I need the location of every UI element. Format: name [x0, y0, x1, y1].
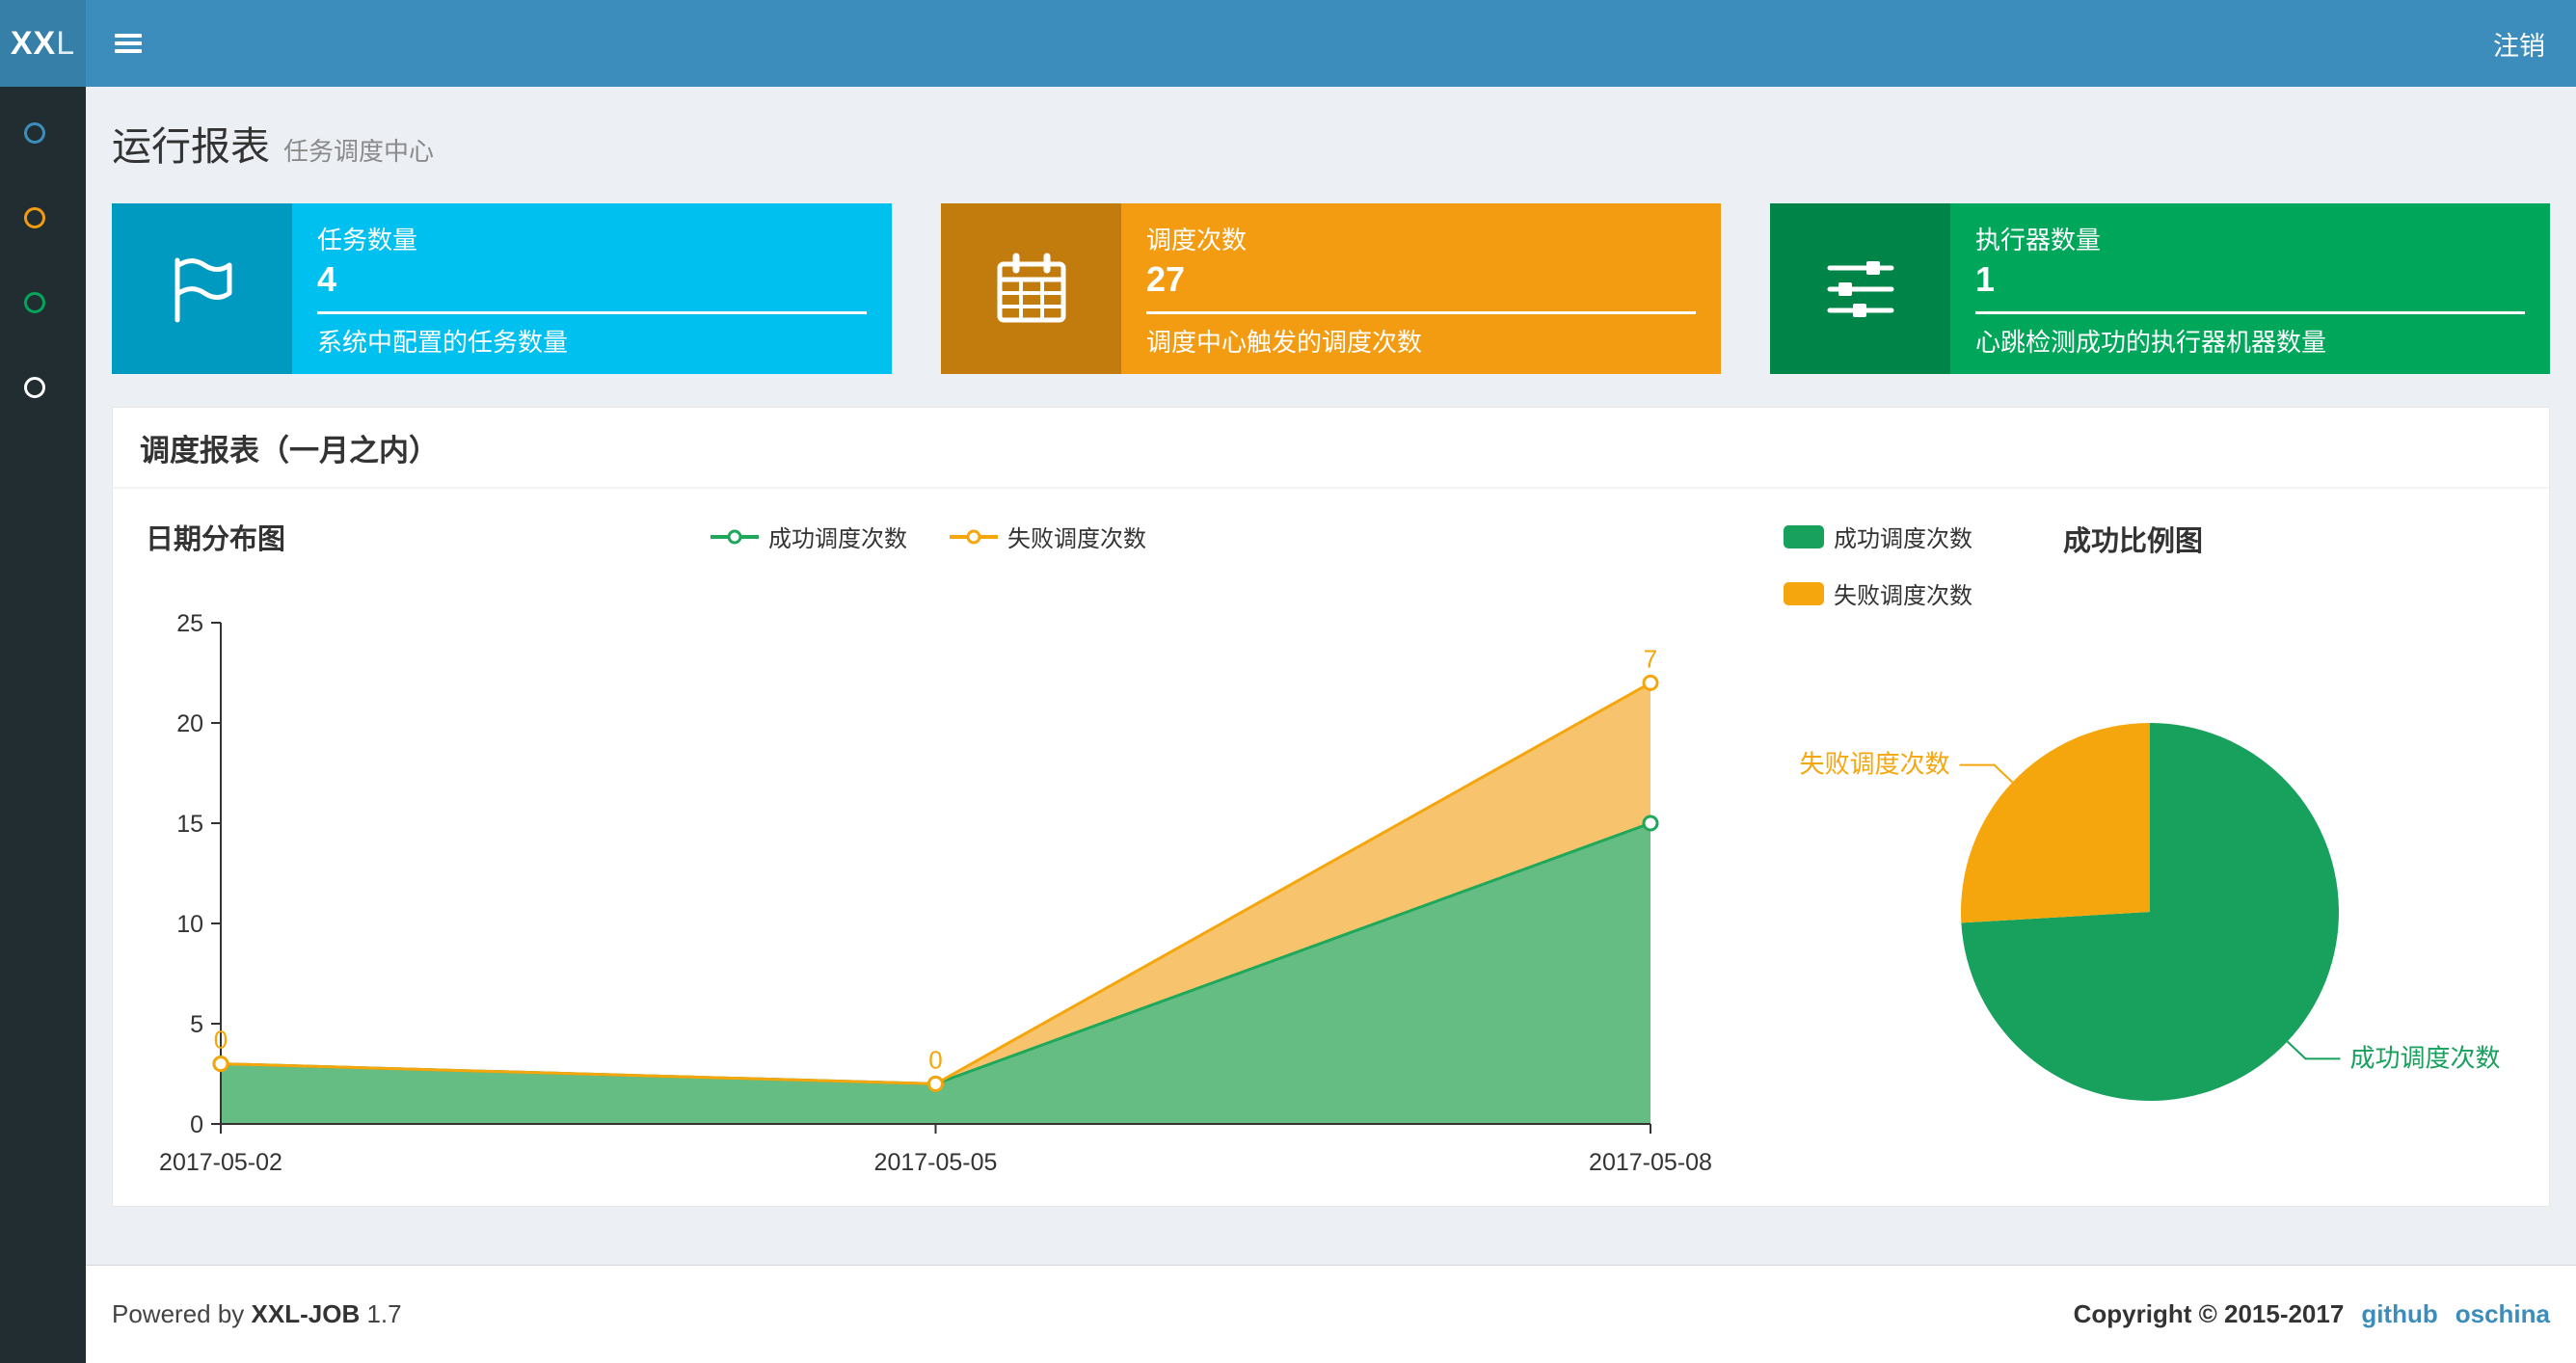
info-box-triggers: 调度次数 27 调度中心触发的调度次数: [941, 203, 1721, 374]
main-content: 运行报表 任务调度中心 任务数量 4 系统中配置的任务数量 调度次数 27 调度…: [86, 87, 2576, 1265]
sliders-icon: [1770, 203, 1950, 374]
pie-chart-title: 成功比例图: [2063, 526, 2204, 557]
svg-text:20: 20: [176, 710, 203, 737]
stat-value: 1: [1975, 259, 1996, 299]
svg-text:2017-05-08: 2017-05-08: [1589, 1149, 1712, 1176]
pie-chart-legend: 成功调度次数 失败调度次数: [1784, 520, 1972, 610]
stat-label: 任务数量: [317, 226, 418, 254]
sidebar-toggle-button[interactable]: [86, 0, 171, 87]
legend-label: 成功调度次数: [768, 526, 907, 552]
pie-legend-swatch: [1784, 524, 1824, 548]
line-chart-title: 日期分布图: [146, 524, 286, 555]
stat-description: 系统中配置的任务数量: [317, 328, 569, 357]
copyright: Copyright © 2015-2017 github oschina: [2073, 1299, 2550, 1328]
line-chart-legend: 成功调度次数 失败调度次数: [711, 520, 1146, 553]
svg-text:0: 0: [214, 1026, 228, 1055]
svg-text:失败调度次数: 失败调度次数: [1800, 750, 1950, 779]
legend-label: 失败调度次数: [1007, 526, 1146, 552]
sidebar-item-1[interactable]: [0, 91, 86, 175]
circle-icon: [24, 292, 45, 313]
info-box-jobs: 任务数量 4 系统中配置的任务数量: [112, 203, 892, 374]
stat-description: 调度中心触发的调度次数: [1146, 328, 1423, 357]
page-subtitle: 任务调度中心: [283, 137, 435, 166]
legend-item-fail[interactable]: 失败调度次数: [1784, 576, 1972, 610]
stats-row: 任务数量 4 系统中配置的任务数量 调度次数 27 调度中心触发的调度次数 执行…: [112, 203, 2550, 374]
svg-text:10: 10: [176, 911, 203, 938]
legend-item-success[interactable]: 成功调度次数: [711, 520, 907, 553]
stat-value: 4: [317, 259, 337, 299]
divider: [317, 311, 867, 314]
svg-text:2017-05-02: 2017-05-02: [159, 1149, 282, 1176]
circle-icon: [24, 377, 45, 398]
circle-icon: [24, 207, 45, 228]
circle-icon: [24, 122, 45, 144]
pie-legend-swatch: [1784, 581, 1824, 605]
charts-canvas: 05101520252017-05-02 2017-05-05 2017-05-08…: [159, 610, 2500, 1176]
page-title: 运行报表 任务调度中心: [112, 124, 435, 169]
logout-link[interactable]: 注销: [2462, 0, 2576, 87]
sidebar-item-4[interactable]: [0, 345, 86, 430]
divider: [1975, 311, 2525, 314]
stat-label: 执行器数量: [1975, 226, 2102, 254]
report-panel: 调度报表（一月之内） 0 5 10 15 20 25 2017-05-02 2017-05-0…: [112, 407, 2550, 1207]
legend-item-success[interactable]: 成功调度次数: [1784, 520, 1972, 553]
legend-label: 成功调度次数: [1834, 526, 1972, 552]
logo-text-light: L: [56, 24, 76, 62]
svg-text:5: 5: [190, 1011, 203, 1038]
footer: Powered by XXL-JOB 1.7 Copyright © 2015-…: [86, 1265, 2576, 1363]
content-header: 运行报表 任务调度中心: [112, 87, 2550, 203]
line-legend-marker: [950, 525, 998, 548]
panel-title: 调度报表（一月之内）: [113, 408, 2549, 489]
flag-icon: [112, 203, 292, 374]
sidebar-item-2[interactable]: [0, 175, 86, 260]
hamburger-icon: [115, 30, 142, 57]
svg-text:0: 0: [190, 1111, 203, 1138]
svg-text:25: 25: [176, 610, 203, 637]
info-box-executors: 执行器数量 1 心跳检测成功的执行器机器数量: [1770, 203, 2550, 374]
brand-name: XXL-JOB: [251, 1299, 361, 1328]
stat-label: 调度次数: [1146, 226, 1248, 254]
navbar-spacer: [171, 0, 2462, 87]
svg-text:成功调度次数: 成功调度次数: [2349, 1043, 2500, 1072]
calendar-icon: [941, 203, 1121, 374]
svg-text:0: 0: [928, 1045, 942, 1074]
svg-text:15: 15: [176, 811, 203, 838]
stat-description: 心跳检测成功的执行器机器数量: [1975, 328, 2327, 357]
app-logo[interactable]: XX L: [0, 0, 86, 87]
version: 1.7: [360, 1299, 402, 1328]
oschina-link[interactable]: oschina: [2455, 1299, 2550, 1328]
logo-text-bold: XX: [10, 24, 57, 62]
top-navbar: XX L 注销: [0, 0, 2576, 87]
legend-item-fail[interactable]: 失败调度次数: [950, 520, 1146, 553]
panel-body: 0 5 10 15 20 25 2017-05-02 2017-05-05 2017-05-08…: [113, 489, 2549, 1204]
line-legend-marker: [711, 525, 759, 548]
divider: [1146, 311, 1696, 314]
svg-text:2017-05-05: 2017-05-05: [874, 1149, 998, 1176]
github-link[interactable]: github: [2361, 1299, 2437, 1328]
legend-label: 失败调度次数: [1834, 583, 1972, 609]
powered-by: Powered by XXL-JOB 1.7: [112, 1299, 402, 1328]
stat-value: 27: [1146, 259, 1186, 299]
svg-text:7: 7: [1644, 644, 1657, 673]
sidebar-item-3[interactable]: [0, 260, 86, 345]
sidebar: [0, 87, 86, 1363]
